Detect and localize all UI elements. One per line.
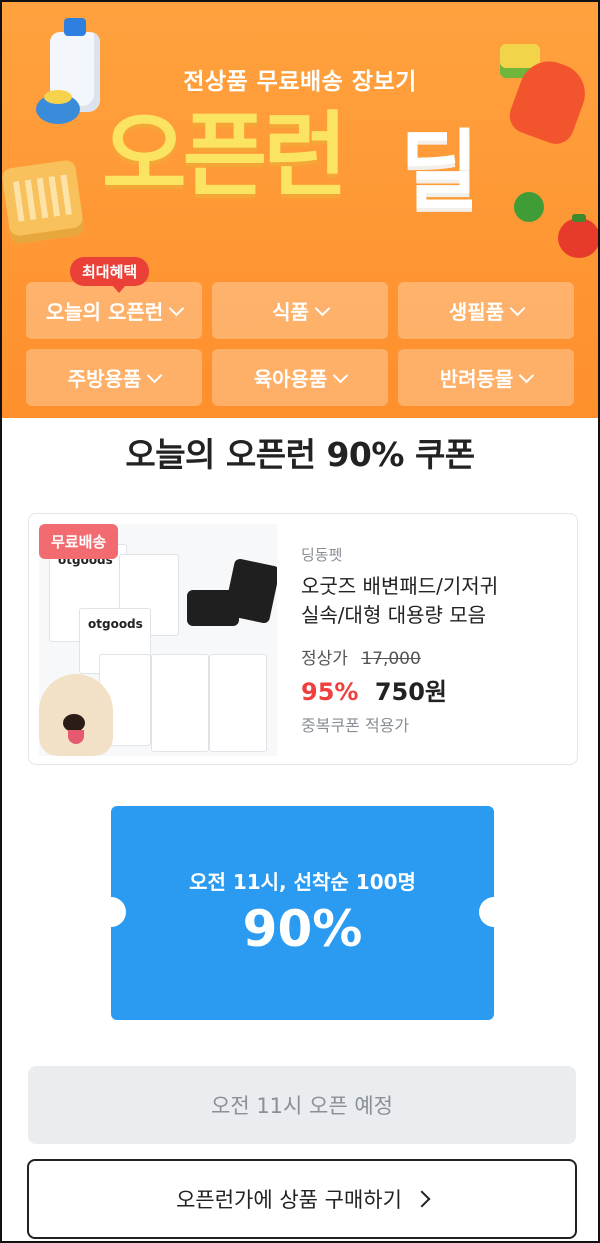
product-name-line2: 실속/대형 대용량 모음	[301, 603, 487, 627]
tomato-icon	[558, 214, 598, 258]
category-label: 육아용품	[253, 367, 328, 391]
coupon-value: 90%	[242, 900, 363, 958]
sale-price: 95% 750원	[301, 672, 447, 707]
category-pet[interactable]: 반려동물	[398, 349, 574, 406]
category-label: 주방용품	[67, 367, 142, 391]
page-frame: 전상품 무료배송 장보기 오픈런 딜 최대혜택 오늘의 오픈런 식품 생필품 주…	[0, 0, 600, 1243]
free-shipping-tag: 무료배송	[39, 524, 119, 559]
product-brand: 딩동펫	[301, 546, 343, 564]
product-name-line1: 오굿즈 배변패드/기저귀	[301, 574, 499, 598]
category-baby[interactable]: 육아용품	[212, 349, 388, 406]
discount-percent: 95%	[301, 678, 359, 706]
banner-subtitle: 전상품 무료배송 장보기	[183, 69, 417, 95]
category-kitchen[interactable]: 주방용품	[26, 349, 202, 406]
category-label: 생필품	[448, 300, 505, 324]
banner-title: 오픈런	[102, 102, 348, 209]
pad-logo: otgoods	[88, 617, 143, 631]
header-banner: 전상품 무료배송 장보기 오픈런 딜 최대혜택 오늘의 오픈런 식품 생필품 주…	[2, 2, 598, 418]
product-name: 오굿즈 배변패드/기저귀 실속/대형 대용량 모음	[301, 572, 561, 630]
buy-button-label: 오픈런가에 상품 구매하기	[176, 1188, 402, 1212]
open-scheduled-button[interactable]: 오전 11시 오픈 예정	[28, 1066, 576, 1144]
category-label: 식품	[272, 300, 309, 324]
can-icon	[36, 90, 80, 124]
category-label: 오늘의 오픈런	[45, 300, 164, 324]
coupon-ticket[interactable]: 오전 11시, 선착순 100명 90%	[96, 806, 509, 1020]
section-title: 오늘의 오픈런 90% 쿠폰	[125, 435, 475, 474]
chevron-down-icon	[314, 300, 331, 316]
buy-product-button[interactable]: 오픈런가에 상품 구매하기	[27, 1159, 577, 1239]
category-household[interactable]: 생필품	[398, 282, 574, 339]
chevron-down-icon	[333, 367, 349, 383]
banner-title-suffix: 딜	[400, 121, 479, 221]
max-benefit-badge: 최대혜택	[70, 257, 150, 293]
original-price-label: 정상가	[301, 649, 348, 669]
chevron-down-icon	[519, 367, 535, 383]
category-label: 반려동물	[439, 367, 514, 391]
chevron-right-icon	[413, 1190, 431, 1208]
original-price: 정상가 17,000	[301, 644, 421, 669]
dog-icon	[39, 674, 113, 756]
coupon-subtitle: 오전 11시, 선착순 100명	[189, 870, 416, 894]
coupon-note: 중복쿠폰 적용가	[301, 716, 410, 735]
chevron-down-icon	[147, 367, 163, 383]
product-card[interactable]: otgoods otgoods 무료배송 딩동펫 오굿즈 배변패드/기저귀 실속…	[28, 513, 578, 765]
category-food[interactable]: 식품	[212, 282, 388, 339]
category-grid: 오늘의 오픈런 식품 생필품 주방용품 육아용품 반려동물	[26, 282, 578, 406]
chevron-down-icon	[168, 300, 185, 316]
broccoli-icon	[514, 192, 544, 222]
sale-price-value: 750원	[374, 678, 447, 706]
chevron-down-icon	[509, 300, 526, 316]
original-price-value: 17,000	[361, 649, 421, 669]
basket-icon	[2, 159, 85, 245]
